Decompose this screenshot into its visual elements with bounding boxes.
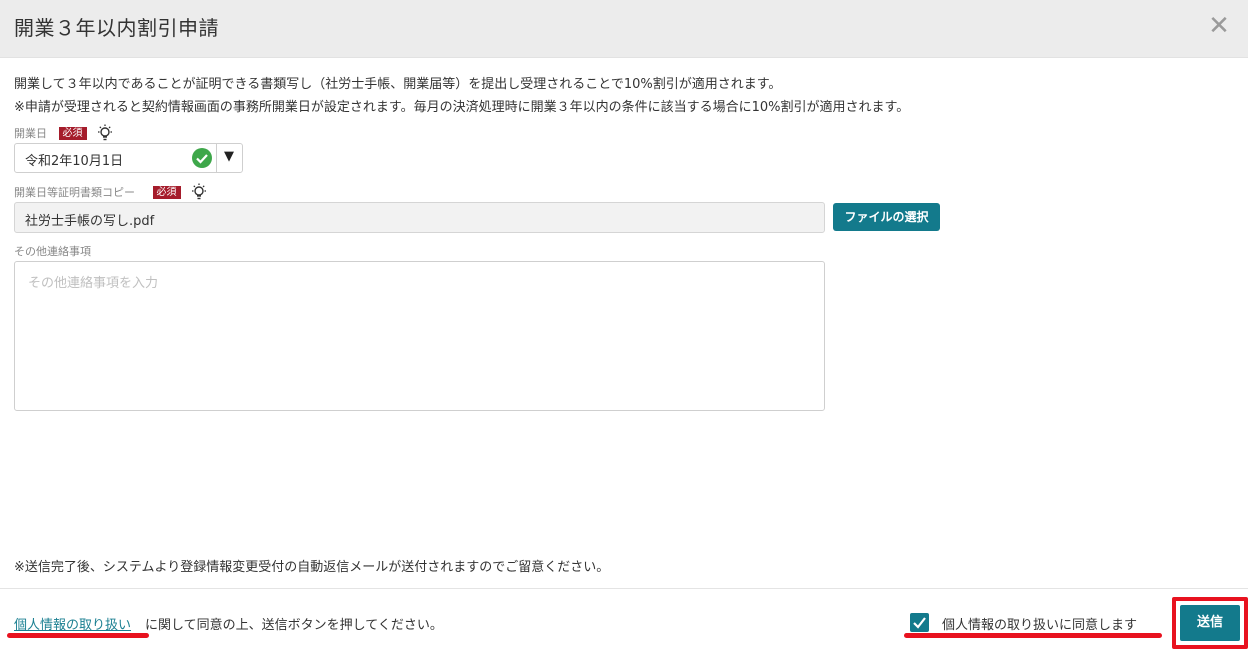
other-notes-label: その他連絡事項 — [14, 245, 91, 258]
proof-copy-label: 開業日等証明書類コピー — [14, 186, 135, 199]
footer-divider — [0, 588, 1248, 589]
checkmark-icon — [913, 617, 926, 629]
auto-reply-note: ※送信完了後、システムより登録情報変更受付の自動返信メールが送付されますのでご留… — [14, 560, 610, 575]
opening-date-label-row: 開業日 必須 — [14, 124, 114, 145]
select-divider — [216, 144, 217, 172]
required-badge: 必須 — [58, 127, 87, 140]
proof-copy-label-row: 開業日等証明書類コピー 必須 — [14, 183, 208, 204]
other-notes-placeholder: その他連絡事項を入力 — [28, 276, 159, 291]
description-line-2: ※申請が受理されると契約情報画面の事務所開業日が設定されます。毎月の決済処理時に… — [14, 100, 910, 115]
choose-file-button[interactable]: ファイルの選択 — [833, 203, 940, 231]
agree-checkbox-label[interactable]: 個人情報の取り扱いに同意します — [942, 614, 1137, 633]
highlight-underline — [904, 633, 1162, 638]
proof-copy-filename: 社労士手帳の写し.pdf — [25, 214, 155, 229]
dialog-title: 開業３年以内割引申請 — [14, 16, 219, 40]
dropdown-arrow-icon[interactable]: ▼ — [224, 149, 234, 164]
opening-date-select[interactable]: 令和2年10月1日 ▼ — [14, 143, 243, 173]
privacy-policy-link[interactable]: 個人情報の取り扱い — [14, 614, 131, 633]
privacy-consent-text: に関して同意の上、送信ボタンを押してください。 — [145, 618, 443, 633]
valid-check-icon — [192, 148, 212, 172]
highlight-underline — [7, 633, 149, 638]
send-button[interactable]: 送信 — [1180, 605, 1240, 641]
lightbulb-icon[interactable] — [190, 183, 208, 204]
required-badge: 必須 — [152, 186, 181, 199]
lightbulb-icon[interactable] — [96, 124, 114, 145]
close-icon[interactable]: ✕ — [1205, 12, 1233, 40]
agree-checkbox[interactable] — [910, 613, 929, 632]
other-notes-textarea[interactable]: その他連絡事項を入力 — [14, 261, 825, 411]
send-button-highlight: 送信 — [1172, 597, 1248, 649]
opening-date-value: 令和2年10月1日 — [25, 154, 124, 169]
proof-copy-filename-field: 社労士手帳の写し.pdf — [14, 202, 825, 233]
opening-date-label: 開業日 — [14, 127, 47, 140]
description-line-1: 開業して３年以内であることが証明できる書類写し（社労士手帳、開業届等）を提出し受… — [14, 77, 782, 92]
dialog-header: 開業３年以内割引申請 ✕ — [0, 0, 1248, 58]
